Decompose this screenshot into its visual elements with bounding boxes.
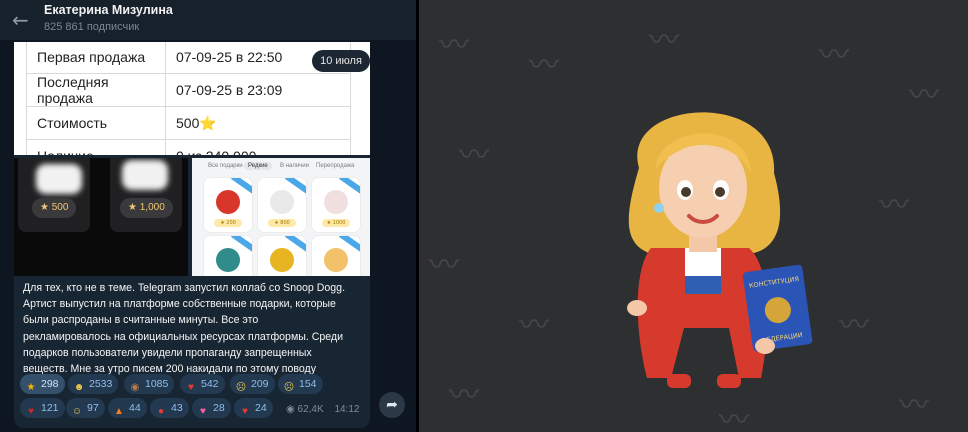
strawberry-icon: ●	[157, 406, 165, 417]
mustache-icon: 〰	[449, 378, 479, 413]
mustache-icon: 〰	[819, 38, 849, 73]
message-bubble: Первая продажа 07-09-25 в 22:50 Последняя…	[14, 42, 370, 428]
share-arrow-icon[interactable]: ➦	[379, 392, 405, 418]
caption-line: были распроданы в считанные минуты. Все …	[23, 314, 259, 327]
gift-tile	[110, 158, 182, 232]
heart-fire-icon: ♥	[242, 406, 248, 417]
mustache-icon: 〰	[529, 48, 559, 83]
gift-tile	[18, 158, 90, 232]
reaction-sparkle-heart[interactable]: ♥ 28	[192, 398, 231, 418]
reaction-heart[interactable]: ♥ 542	[180, 374, 225, 394]
table-value: 500⭐	[165, 106, 351, 140]
star-icon: ★	[26, 382, 36, 393]
heart-icon: ♥	[188, 382, 194, 393]
mustache-icon: 〰	[429, 248, 459, 283]
chat-header: ← Екатерина Мизулина 825 861 подписчик	[0, 0, 416, 40]
table-row: Первая продажа 07-09-25 в 22:50	[26, 42, 351, 74]
reaction-strawberry[interactable]: ● 43	[150, 398, 189, 418]
scream-icon: ☹	[235, 382, 247, 393]
mustache-icon: 〰	[439, 28, 469, 63]
mustache-icon: 〰	[899, 388, 929, 423]
shop-tab: Перепродажа	[316, 163, 355, 169]
reaction-star[interactable]: ★ 298	[20, 374, 65, 394]
sticker-preview: 〰 〰 〰 〰 〰 〰 〰 〰 〰 〰 〰 〰 〰 КОНСТИТУЦИЯ ФЕ…	[419, 0, 968, 432]
channel-subscribers: 825 861 подписчик	[44, 21, 140, 33]
message-meta: ◉ 62,4K 14:12	[286, 404, 359, 415]
gift-info-table: Первая продажа 07-09-25 в 22:50 Последняя…	[26, 42, 351, 155]
gift-price: ★ 500	[32, 198, 77, 218]
blurred-gift	[122, 160, 168, 190]
table-row: Последняя продажа 07-09-25 в 23:09	[26, 73, 351, 107]
mustache-icon: 〰	[459, 138, 489, 173]
gift-price: ★ 1,000	[120, 198, 173, 218]
heart-eyes-icon: ☺	[71, 406, 83, 417]
mustache-icon: 〰	[839, 308, 869, 343]
reaction-smile[interactable]: ☻ 2533	[68, 374, 119, 394]
smile-icon: ☻	[73, 382, 85, 393]
reaction-heart-eyes[interactable]: ☺ 97	[66, 398, 105, 418]
caption-line: Для тех, кто не в теме. Telegram запусти…	[23, 282, 346, 294]
reaction-heart-fire[interactable]: ♥ 24	[234, 398, 273, 418]
gift-card: ★ 200	[204, 178, 252, 232]
gift-card: ★ 800	[258, 178, 306, 232]
table-row: Наличие0 из 240 000	[26, 139, 351, 155]
chat-panel: ← Екатерина Мизулина 825 861 подписчик П…	[0, 0, 416, 432]
gift-card	[312, 236, 360, 276]
sad-icon: ☹	[283, 382, 295, 393]
table-row: Стоимость 500⭐	[26, 106, 351, 140]
reaction-scream[interactable]: ☹ 209	[230, 374, 275, 394]
shop-tab: Редкие	[244, 162, 272, 170]
message-time: 14:12	[334, 404, 360, 415]
arrow-left-icon[interactable]: ←	[12, 9, 34, 31]
message-text: Для тех, кто не в теме. Telegram запусти…	[23, 280, 363, 377]
shop-tab: В наличии	[280, 163, 310, 169]
gift-card	[258, 236, 306, 276]
channel-title[interactable]: Екатерина Мизулина	[44, 3, 173, 17]
table-key: Последняя продажа	[26, 73, 166, 107]
reaction-monkey[interactable]: ◉ 1085	[124, 374, 175, 394]
gift-card	[204, 236, 252, 276]
gift-card: ★ 1000	[312, 178, 360, 232]
mustache-icon: 〰	[649, 23, 679, 58]
table-value: 07-09-25 в 23:09	[165, 73, 351, 107]
fire-icon: ▲	[114, 406, 124, 417]
table-key: Первая продажа	[26, 42, 166, 74]
eye-icon: ◉	[286, 404, 295, 415]
views-count: 62,4K	[297, 404, 324, 415]
cartoon-woman-sticker: КОНСТИТУЦИЯ ФЕДЕРАЦИИ	[627, 112, 813, 388]
caption-line: подарков пользователи увидели пропаганду…	[23, 346, 312, 359]
shop-tab: Все подарки	[208, 163, 243, 169]
mustache-icon: 〰	[719, 403, 749, 432]
mustache-icon: 〰	[909, 78, 939, 113]
gift-shop-screenshot[interactable]: Все подарки Редкие В наличии Перепродажа…	[192, 158, 370, 276]
date-pill: 10 июля	[312, 50, 370, 72]
broken-heart-icon: ♥	[28, 406, 34, 417]
table-key: Наличие	[26, 139, 166, 155]
monkey-icon: ◉	[130, 382, 140, 393]
mustache-icon: 〰	[879, 188, 909, 223]
gift-screenshot-dark[interactable]: ★ 500 ★ 1,000	[14, 158, 188, 276]
sparkle-heart-icon: ♥	[200, 406, 206, 417]
caption-line: Артист выпустил на платформе собственные…	[23, 298, 336, 311]
caption-line: рекламировалось на официальных ресурсах …	[23, 330, 344, 343]
mustache-icon: 〰	[519, 308, 549, 343]
reaction-broken-heart[interactable]: ♥ 121	[20, 398, 65, 418]
reaction-sad[interactable]: ☹ 154	[278, 374, 323, 394]
table-value: 0 из 240 000	[165, 139, 351, 155]
table-key: Стоимость	[26, 106, 166, 140]
blurred-gift	[36, 164, 82, 194]
reaction-fire[interactable]: ▲ 44	[108, 398, 147, 418]
shop-tabs: Все подарки Редкие В наличии Перепродажа	[192, 160, 370, 174]
